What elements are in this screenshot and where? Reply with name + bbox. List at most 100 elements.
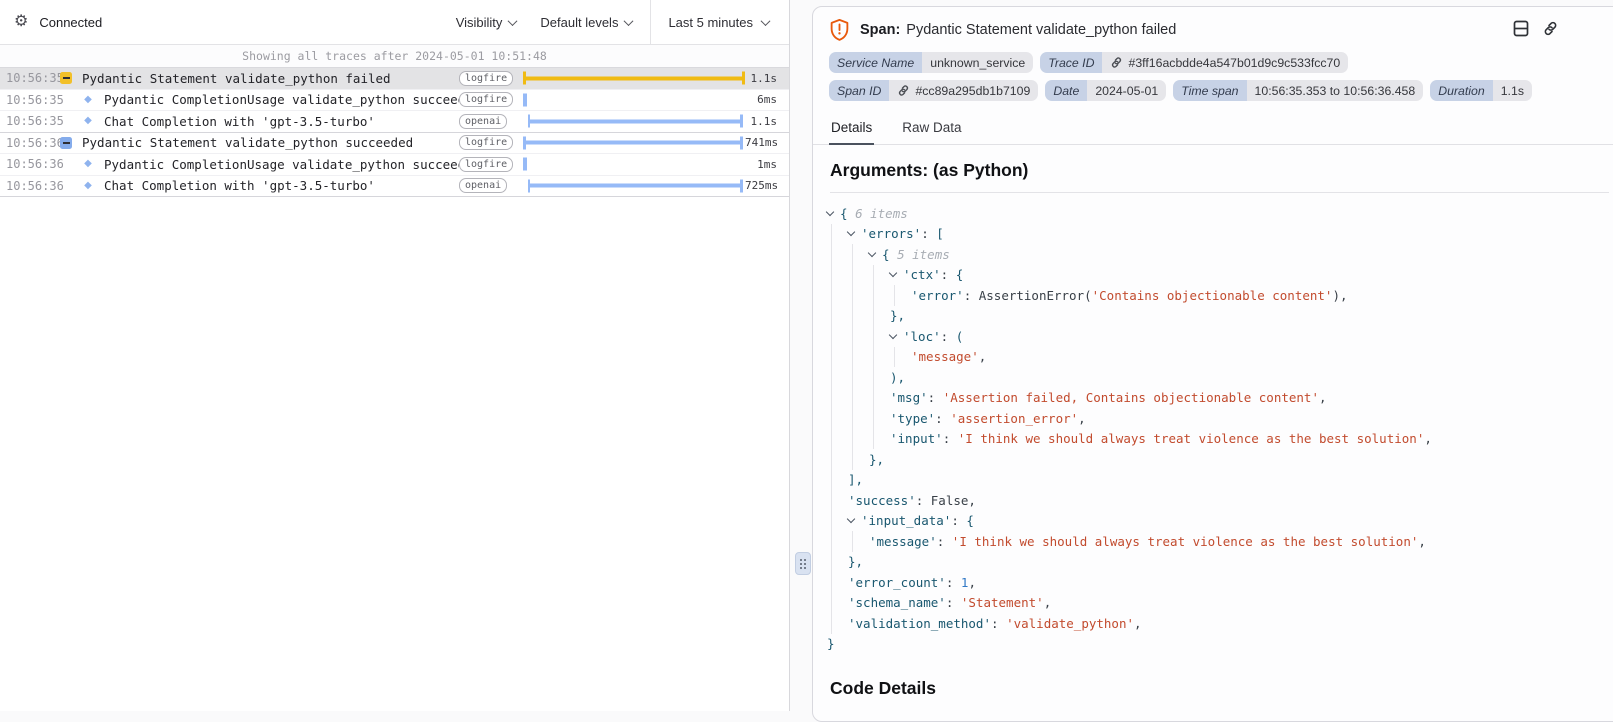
trace-row[interactable]: 10:56:36◆Pydantic CompletionUsage valida…: [0, 154, 789, 176]
duration-bar-track: [509, 133, 745, 154]
badge-label: Span ID: [829, 80, 889, 101]
badge-value: #cc89a295db1b7109: [889, 80, 1038, 101]
duration-tick: [523, 158, 527, 171]
tab-details[interactable]: Details: [829, 114, 874, 145]
code-line: { 5 items: [821, 244, 1609, 265]
status-bar: Showing all traces after 2024-05-01 10:5…: [0, 45, 789, 68]
indent-guide: [852, 285, 853, 306]
tab-raw-data[interactable]: Raw Data: [900, 114, 963, 144]
metadata-badge: Trace ID#3ff16acbdde4a547b01d9c9c533fcc7…: [1040, 52, 1348, 73]
trace-duration: 741ms: [745, 136, 789, 149]
code-line: },: [821, 552, 1609, 573]
indent-guide: [831, 593, 832, 614]
trace-label: Chat Completion with 'gpt-3.5-turbo': [96, 114, 459, 129]
badge-label: Date: [1045, 80, 1087, 101]
collapse-toggle-warning-icon[interactable]: [60, 72, 72, 84]
badge-label: Time span: [1173, 80, 1246, 101]
duration-bar-track: [509, 68, 745, 89]
indent-guide: [831, 285, 832, 306]
indent-guide: [873, 326, 874, 347]
indent-guide: [852, 347, 853, 368]
code-line: 'ctx': {: [821, 265, 1609, 286]
indent-guide: [852, 449, 853, 470]
default-levels-dropdown[interactable]: Default levels: [540, 15, 632, 30]
link-icon[interactable]: [1542, 20, 1559, 37]
code-line: { 6 items: [821, 203, 1609, 224]
indent-guide: [831, 388, 832, 409]
indent-guide: [852, 306, 853, 327]
metadata-badge: Service Nameunknown_service: [829, 52, 1033, 73]
code-line: 'msg': 'Assertion failed, Contains objec…: [821, 388, 1609, 409]
connection-status: Connected: [39, 15, 102, 30]
indent-guide: [831, 470, 832, 491]
trace-row[interactable]: 10:56:36Pydantic Statement validate_pyth…: [0, 133, 789, 155]
trace-label: Pydantic Statement validate_python faile…: [74, 71, 459, 86]
trace-label: Pydantic CompletionUsage validate_python…: [96, 92, 459, 107]
chevron-down-icon: [624, 16, 634, 26]
code-line: 'message',: [821, 347, 1609, 368]
indent-guide: [831, 531, 832, 552]
indent-guide: [831, 367, 832, 388]
span-title: Pydantic Statement validate_python faile…: [906, 22, 1176, 38]
status-bar-text: Showing all traces after 2024-05-01 10:5…: [242, 49, 547, 63]
badge-value: unknown_service: [922, 52, 1033, 73]
indent-guide: [852, 388, 853, 409]
collapse-chevron-icon[interactable]: [890, 335, 903, 338]
trace-row[interactable]: 10:56:35 Pydantic Statement validate_pyth…: [0, 68, 789, 90]
visibility-dropdown-label: Visibility: [456, 15, 503, 30]
code-line: 'message': 'I think we should always tre…: [821, 531, 1609, 552]
span-detail-panel: Span: Pydantic Statement validate_python…: [812, 6, 1613, 722]
collapse-chevron-icon[interactable]: [869, 253, 882, 256]
span-metadata-badges: Service Nameunknown_service Trace ID#3ff1…: [813, 50, 1571, 101]
gear-icon[interactable]: ⚙: [14, 14, 28, 30]
collapse-chevron-icon[interactable]: [890, 273, 903, 276]
code-line: },: [821, 306, 1609, 327]
indent-guide: [873, 306, 874, 327]
code-line: 'success': False,: [821, 490, 1609, 511]
code-line: 'input_data': {: [821, 511, 1609, 532]
trace-duration: 1.1s: [745, 72, 789, 85]
diamond-icon: ◆: [84, 159, 92, 169]
badge-label: Service Name: [829, 52, 922, 73]
scope-tag: openai: [459, 114, 507, 129]
layout-panel-icon[interactable]: [1513, 20, 1529, 37]
badge-value: #3ff16acbdde4a547b01d9c9c533fcc70: [1102, 52, 1348, 73]
trace-time: 10:56:35: [0, 71, 56, 85]
indent-guide: [831, 511, 832, 532]
indent-guide: [894, 347, 895, 368]
trace-row[interactable]: 10:56:35◆Chat Completion with 'gpt-3.5-t…: [0, 111, 789, 133]
duration-bar-track: [509, 90, 745, 111]
trace-toolbar: ⚙ Connected Visibility Default levels La…: [0, 0, 789, 45]
time-range-dropdown[interactable]: Last 5 minutes: [650, 0, 789, 44]
section-divider: [830, 192, 1609, 193]
trace-duration: 725ms: [745, 179, 789, 192]
trace-row[interactable]: 10:56:36◆Chat Completion with 'gpt-3.5-t…: [0, 176, 789, 198]
indent-guide: [831, 347, 832, 368]
indent-guide: [831, 429, 832, 450]
duration-bar-track: [509, 176, 745, 197]
indent-guide: [873, 388, 874, 409]
collapse-toggle-info-icon[interactable]: [60, 137, 72, 149]
trace-panel: ⚙ Connected Visibility Default levels La…: [0, 0, 790, 711]
code-line: 'schema_name': 'Statement',: [821, 593, 1609, 614]
code-details-heading: Code Details: [830, 678, 1609, 699]
collapse-chevron-icon[interactable]: [848, 232, 861, 235]
indent-guide: [873, 285, 874, 306]
metadata-badge: Duration1.1s: [1430, 80, 1532, 101]
indent-guide: [852, 265, 853, 286]
duration-bar: [523, 72, 745, 85]
collapse-chevron-icon[interactable]: [848, 519, 861, 522]
badge-label: Duration: [1430, 80, 1492, 101]
collapse-chevron-icon[interactable]: [827, 212, 840, 215]
panel-resize-handle[interactable]: [795, 552, 811, 575]
scope-tag: openai: [459, 178, 507, 193]
duration-tick: [523, 93, 527, 106]
code-line: ),: [821, 367, 1609, 388]
visibility-dropdown[interactable]: Visibility: [456, 15, 517, 30]
trace-row[interactable]: 10:56:35◆Pydantic CompletionUsage valida…: [0, 90, 789, 112]
time-range-label: Last 5 minutes: [668, 15, 753, 30]
code-line: 'input': 'I think we should always treat…: [821, 429, 1609, 450]
link-icon: [897, 84, 910, 97]
trace-duration: 6ms: [745, 93, 789, 106]
span-header: Span: Pydantic Statement validate_python…: [813, 7, 1613, 50]
